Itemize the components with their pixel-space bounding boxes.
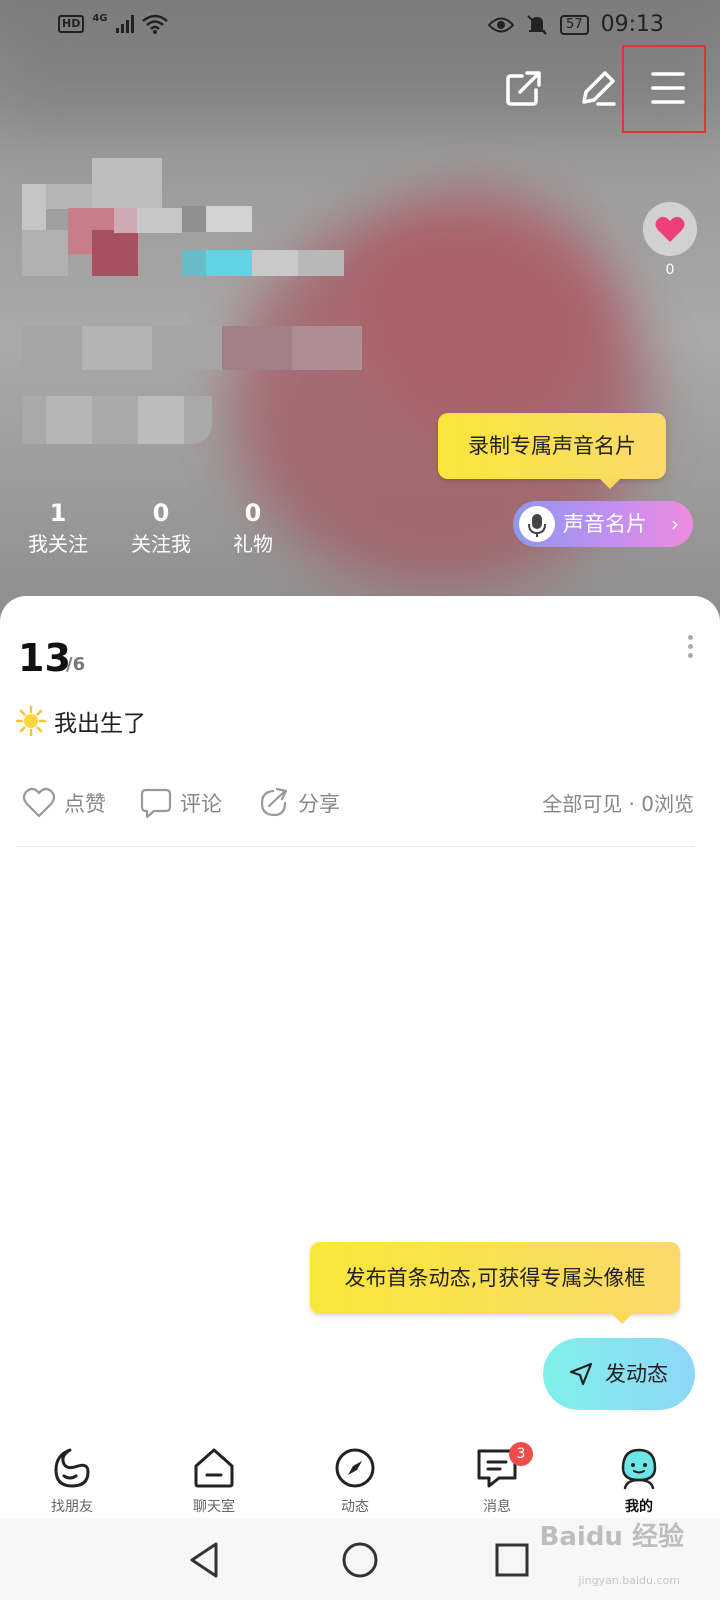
house-icon bbox=[194, 1448, 234, 1488]
hd-badge: HD bbox=[58, 15, 85, 33]
publish-tooltip: 发布首条动态,可获得专属头像框 bbox=[310, 1242, 680, 1324]
stat-value: 1 bbox=[49, 499, 67, 527]
microphone-icon bbox=[519, 506, 555, 542]
tab-label: 我的 bbox=[625, 1499, 653, 1515]
like-profile-button[interactable] bbox=[643, 202, 697, 256]
edit-icon bbox=[582, 71, 616, 106]
share-icon bbox=[506, 71, 541, 106]
voice-card-button[interactable]: 声音名片 › bbox=[513, 501, 693, 547]
tab-label: 聊天室 bbox=[193, 1499, 235, 1515]
battery-indicator: 57 bbox=[560, 14, 589, 35]
stat-value: 0 bbox=[244, 499, 262, 527]
divider bbox=[16, 846, 694, 847]
stat-label: 我关注 bbox=[28, 532, 88, 556]
send-icon bbox=[569, 1362, 593, 1386]
like-count: 0 bbox=[665, 262, 675, 278]
tab-chat-room[interactable]: 聊天室 bbox=[164, 1446, 264, 1516]
profile-face-icon bbox=[621, 1448, 657, 1490]
tab-find-friends[interactable]: 找朋友 bbox=[22, 1446, 122, 1516]
chevron-right-icon: › bbox=[671, 512, 679, 536]
post-date-day: 13 bbox=[18, 636, 71, 680]
tab-mine[interactable]: 我的 bbox=[589, 1446, 689, 1516]
stat-gifts[interactable]: 0 礼物 bbox=[228, 498, 278, 560]
post-visibility: 全部可见 · 0浏览 bbox=[542, 792, 694, 816]
clock: 09:13 bbox=[600, 12, 664, 37]
post-text: 我出生了 bbox=[54, 711, 146, 737]
tab-label: 消息 bbox=[483, 1499, 511, 1515]
status-bar: HD 4G 57 09:13 bbox=[0, 0, 720, 52]
nav-recents-button[interactable] bbox=[490, 1538, 534, 1582]
tab-label: 动态 bbox=[341, 1499, 369, 1515]
stat-value: 0 bbox=[152, 499, 170, 527]
dot bbox=[687, 635, 693, 640]
sun-emoji-icon bbox=[16, 706, 46, 736]
moon-icon bbox=[54, 1448, 90, 1488]
recents-square-icon bbox=[495, 1543, 529, 1577]
background-heart-blur-top bbox=[350, 190, 610, 430]
signal-icon bbox=[115, 15, 134, 33]
mute-bell-icon bbox=[527, 14, 547, 35]
stat-label: 礼物 bbox=[233, 532, 273, 556]
post-share-label: 分享 bbox=[298, 792, 340, 816]
post-like-button[interactable]: 点赞 bbox=[22, 786, 106, 820]
compass-icon bbox=[335, 1448, 375, 1488]
post-share-button[interactable]: 分享 bbox=[258, 786, 340, 820]
dot bbox=[687, 644, 693, 649]
heart-icon bbox=[655, 216, 685, 242]
nav-home-button[interactable] bbox=[338, 1538, 382, 1582]
network-type: 4G bbox=[92, 12, 108, 24]
publish-post-label: 发动态 bbox=[605, 1362, 668, 1386]
publish-post-button[interactable]: 发动态 bbox=[543, 1338, 695, 1410]
post-comment-button[interactable]: 评论 bbox=[140, 786, 222, 820]
watermark-url: jingyan.baidu.com bbox=[578, 1574, 680, 1587]
username-mosaic bbox=[22, 326, 362, 370]
stat-following[interactable]: 1 我关注 bbox=[22, 498, 94, 560]
stat-followers[interactable]: 0 关注我 bbox=[124, 498, 198, 560]
share-arrow-icon bbox=[260, 787, 288, 817]
post-date-month: /6 bbox=[66, 654, 86, 675]
watermark: Baidu 经验 bbox=[539, 1522, 684, 1552]
heart-outline-icon bbox=[22, 787, 56, 818]
status-left: HD 4G bbox=[58, 12, 168, 34]
bottom-tab-bar: 找朋友 聊天室 动态 消息 3 我的 bbox=[0, 1436, 720, 1518]
wifi-icon bbox=[141, 14, 168, 34]
dot bbox=[687, 653, 693, 658]
edit-profile-button[interactable] bbox=[570, 60, 626, 116]
post-comment-label: 评论 bbox=[180, 792, 222, 816]
back-triangle-icon bbox=[190, 1542, 218, 1578]
menu-highlight-box bbox=[622, 45, 706, 133]
tab-moments[interactable]: 动态 bbox=[305, 1446, 405, 1516]
post-more-button[interactable] bbox=[680, 632, 700, 666]
avatar-mosaic bbox=[22, 158, 344, 278]
eye-icon bbox=[488, 17, 515, 32]
tab-messages[interactable]: 消息 3 bbox=[447, 1442, 547, 1516]
nav-back-button[interactable] bbox=[184, 1538, 228, 1582]
status-right: 57 09:13 bbox=[488, 12, 664, 37]
share-button[interactable] bbox=[496, 60, 552, 116]
voice-card-tooltip: 录制专属声音名片 bbox=[438, 413, 666, 489]
home-circle-icon bbox=[342, 1542, 378, 1578]
unread-badge: 3 bbox=[509, 1442, 533, 1466]
comment-icon bbox=[140, 788, 172, 819]
signature-mosaic bbox=[22, 396, 212, 444]
voice-card-label: 声音名片 bbox=[563, 512, 647, 536]
stat-label: 关注我 bbox=[131, 532, 191, 556]
post-like-label: 点赞 bbox=[64, 792, 106, 816]
tab-label: 找朋友 bbox=[51, 1499, 93, 1515]
